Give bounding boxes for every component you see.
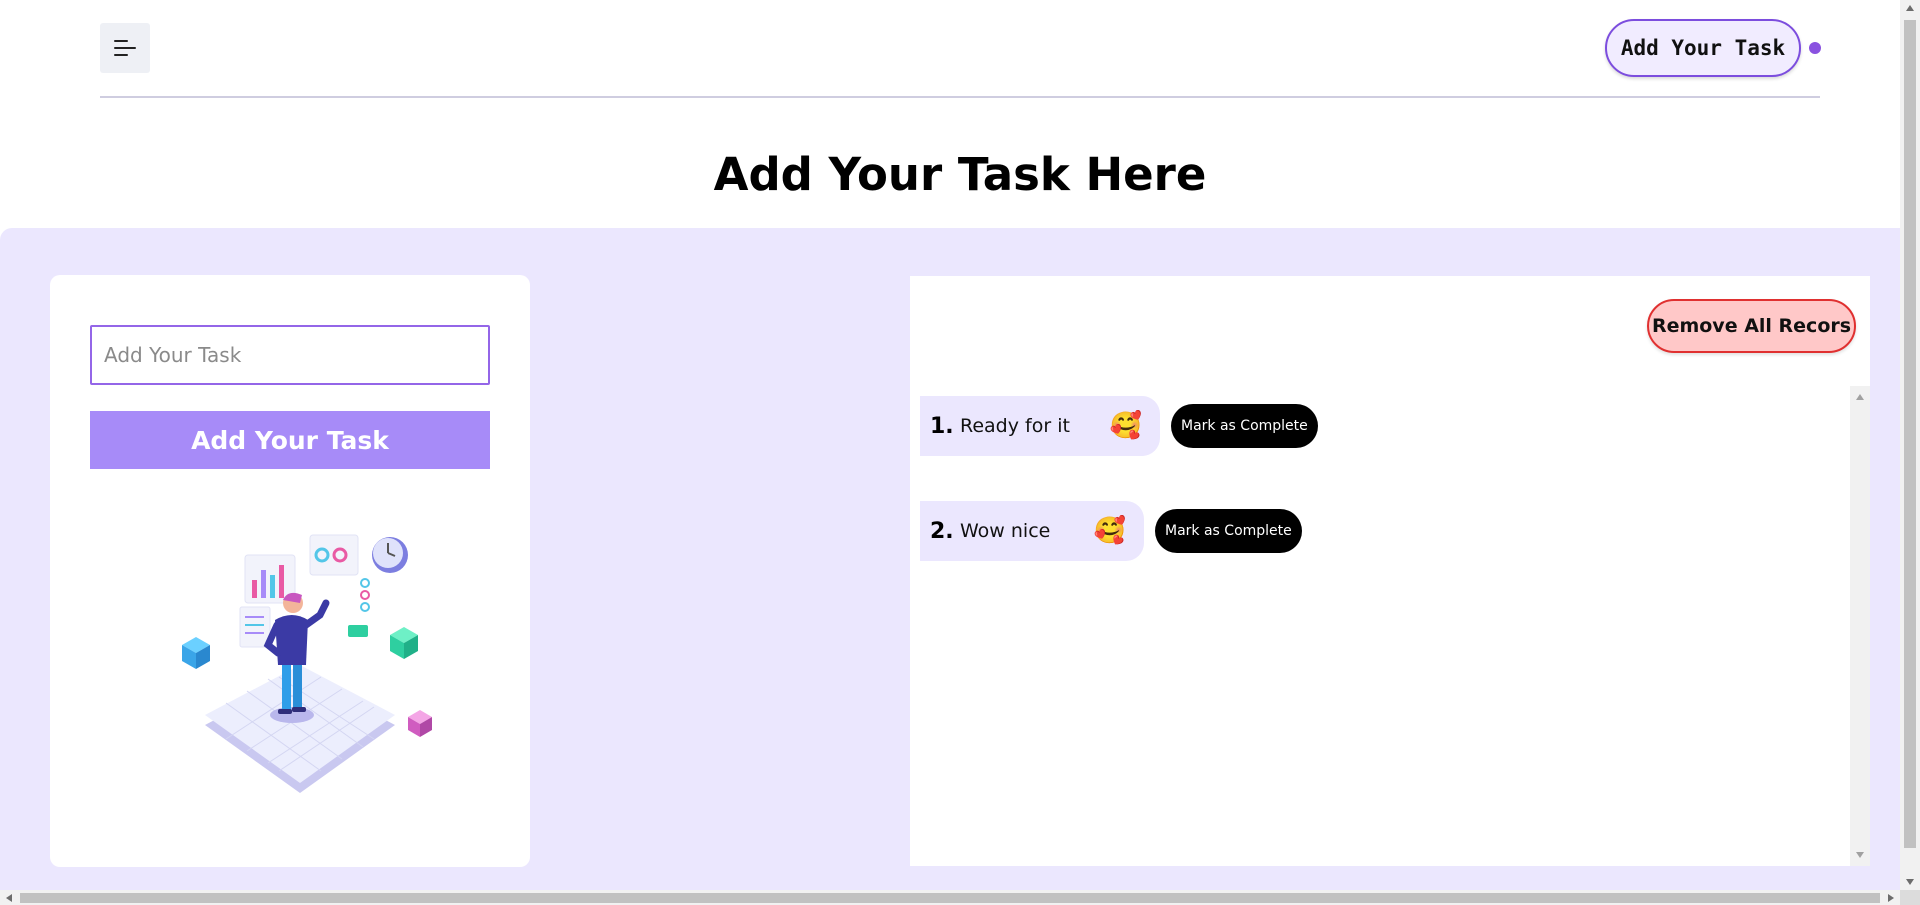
task-number: 2. bbox=[930, 518, 954, 544]
page-horizontal-scrollbar[interactable] bbox=[0, 890, 1900, 905]
smiling-face-hearts-icon: 🥰 bbox=[1093, 516, 1126, 546]
nav-add-task-button[interactable]: Add Your Task bbox=[1605, 19, 1801, 77]
mark-complete-button[interactable]: Mark as Complete bbox=[1171, 404, 1318, 448]
scrollbar-thumb[interactable] bbox=[20, 893, 1880, 903]
page-vertical-scrollbar[interactable] bbox=[1900, 0, 1920, 890]
remove-all-button[interactable]: Remove All Recors bbox=[1647, 299, 1856, 353]
isometric-dashboard-person-illustration bbox=[182, 534, 432, 793]
scrollbar-corner bbox=[1900, 890, 1920, 905]
scroll-right-icon[interactable] bbox=[1888, 894, 1894, 902]
task-list-scrollbar[interactable] bbox=[1850, 386, 1870, 866]
mark-complete-button[interactable]: Mark as Complete bbox=[1155, 509, 1302, 553]
scroll-down-icon[interactable] bbox=[1856, 852, 1864, 858]
scrollbar-thumb[interactable] bbox=[1904, 20, 1916, 848]
scroll-left-icon[interactable] bbox=[6, 894, 12, 902]
task-input[interactable] bbox=[90, 325, 490, 385]
page-title: Add Your Task Here bbox=[713, 148, 1207, 201]
task-number: 1. bbox=[930, 413, 954, 439]
list-item: 2. Wow nice 🥰 Mark as Complete bbox=[920, 501, 1302, 561]
list-item: 1. Ready for it 🥰 Mark as Complete bbox=[920, 396, 1318, 456]
task-pill: 1. Ready for it 🥰 bbox=[920, 396, 1160, 456]
task-text: Wow nice bbox=[960, 520, 1051, 542]
scroll-down-icon[interactable] bbox=[1906, 879, 1914, 885]
task-pill: 2. Wow nice 🥰 bbox=[920, 501, 1144, 561]
task-list-panel: Remove All Recors 1. Ready for it 🥰 Mark… bbox=[910, 276, 1870, 866]
smiling-face-hearts-icon: 🥰 bbox=[1109, 411, 1142, 441]
status-dot bbox=[1809, 42, 1821, 54]
add-task-button[interactable]: Add Your Task bbox=[90, 411, 490, 469]
page: Add Your Task Add Your Task Here Add You… bbox=[0, 0, 1920, 905]
add-task-card: Add Your Task bbox=[50, 275, 530, 867]
task-text: Ready for it bbox=[960, 415, 1070, 437]
scroll-up-icon[interactable] bbox=[1906, 5, 1914, 11]
hamburger-menu-icon[interactable] bbox=[100, 23, 150, 73]
task-list: 1. Ready for it 🥰 Mark as Complete 2. Wo… bbox=[910, 386, 1850, 866]
scroll-up-icon[interactable] bbox=[1856, 394, 1864, 400]
top-navbar: Add Your Task bbox=[100, 0, 1821, 98]
